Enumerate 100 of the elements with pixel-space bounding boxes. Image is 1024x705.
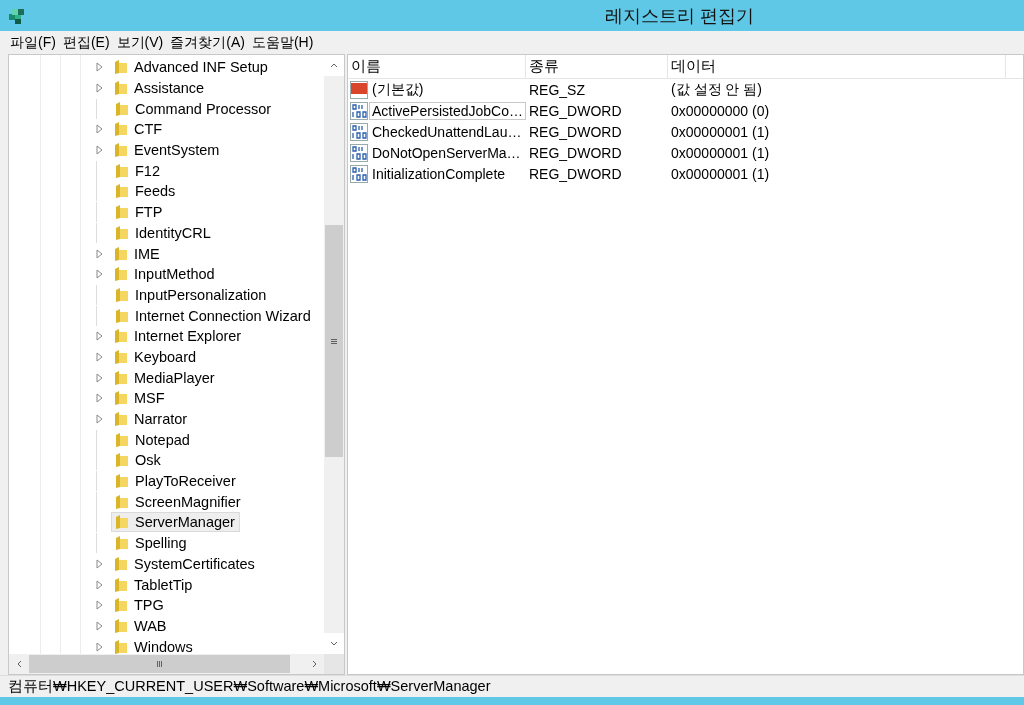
chevron-down-icon bbox=[330, 641, 338, 646]
folder-icon bbox=[113, 80, 129, 97]
tree-item[interactable]: IdentityCRL bbox=[111, 222, 216, 243]
folder-icon bbox=[114, 431, 130, 448]
value-data: (값 설정 안 됨) bbox=[670, 80, 763, 99]
chevron-left-icon bbox=[16, 660, 22, 668]
expand-arrow-icon[interactable] bbox=[96, 248, 103, 259]
value-type: REG_DWORD bbox=[528, 123, 623, 140]
folder-icon bbox=[114, 535, 130, 552]
folder-icon bbox=[113, 638, 129, 655]
tree-item[interactable]: PlayToReceiver bbox=[111, 471, 241, 492]
value-type: REG_SZ bbox=[528, 81, 586, 98]
tree-item[interactable]: Spelling bbox=[111, 533, 192, 554]
tree-item[interactable]: InputPersonalization bbox=[111, 284, 272, 305]
menu-item[interactable]: 파일(F) bbox=[10, 33, 56, 52]
folder-icon bbox=[113, 121, 129, 138]
value-data: 0x00000001 (1) bbox=[670, 123, 771, 140]
folder-icon bbox=[114, 204, 130, 221]
value-name[interactable]: InitializationComplete bbox=[369, 164, 509, 183]
grip-icon bbox=[331, 338, 337, 344]
value-type: REG_DWORD bbox=[528, 144, 623, 161]
tree-item[interactable]: ScreenMagnifier bbox=[111, 491, 246, 512]
folder-icon bbox=[113, 245, 129, 262]
tree-item[interactable]: F12 bbox=[111, 160, 165, 181]
grip-icon bbox=[157, 661, 162, 667]
tree-item[interactable]: WAB bbox=[110, 615, 172, 636]
folder-icon bbox=[113, 348, 129, 365]
column-header[interactable]: 데이터 bbox=[668, 55, 1006, 78]
expand-arrow-icon[interactable] bbox=[96, 600, 103, 611]
expand-arrow-icon[interactable] bbox=[96, 269, 103, 280]
folder-icon bbox=[114, 514, 130, 531]
tree-item[interactable]: Assistance bbox=[110, 78, 210, 99]
tree-item[interactable]: TabletTip bbox=[110, 574, 198, 595]
column-header[interactable]: 이름 bbox=[348, 55, 526, 78]
tree-item[interactable]: MediaPlayer bbox=[110, 367, 220, 388]
value-name[interactable]: ActivePersistedJobCo… bbox=[369, 101, 526, 120]
tree-item[interactable]: Advanced INF Setup bbox=[110, 57, 273, 78]
value-name[interactable]: CheckedUnattendLau… bbox=[369, 122, 525, 141]
folder-icon bbox=[113, 390, 129, 407]
tree-item[interactable]: SystemCertificates bbox=[110, 553, 260, 574]
expand-arrow-icon[interactable] bbox=[96, 351, 103, 362]
tree-item[interactable]: TPG bbox=[110, 595, 169, 616]
folder-icon bbox=[113, 59, 129, 76]
column-header[interactable]: 종류 bbox=[526, 55, 668, 78]
expand-arrow-icon[interactable] bbox=[96, 372, 103, 383]
value-name[interactable]: DoNotOpenServerMa… bbox=[369, 143, 524, 162]
value-type: REG_DWORD bbox=[528, 102, 623, 119]
tree-item[interactable]: Feeds bbox=[111, 181, 181, 202]
menu-item[interactable]: 보기(V) bbox=[116, 33, 164, 52]
value-name[interactable]: (기본값) bbox=[369, 79, 427, 100]
tree-item[interactable]: Windows bbox=[110, 636, 198, 657]
folder-icon bbox=[113, 597, 129, 614]
binary-value-icon bbox=[350, 101, 368, 120]
tree-item[interactable]: EventSystem bbox=[110, 140, 225, 161]
menu-item[interactable]: 편집(E) bbox=[62, 33, 110, 52]
binary-value-icon bbox=[350, 164, 368, 183]
folder-icon bbox=[114, 493, 130, 510]
folder-icon bbox=[113, 328, 129, 345]
expand-arrow-icon[interactable] bbox=[96, 393, 103, 404]
value-data: 0x00000001 (1) bbox=[670, 165, 771, 182]
expand-arrow-icon[interactable] bbox=[96, 124, 103, 135]
value-data: 0x00000000 (0) bbox=[670, 102, 771, 119]
folder-icon bbox=[114, 100, 130, 117]
folder-icon bbox=[113, 617, 129, 634]
folder-icon bbox=[114, 473, 130, 490]
folder-icon bbox=[113, 369, 129, 386]
menu-item[interactable]: 즐겨찾기(A) bbox=[170, 33, 245, 52]
expand-arrow-icon[interactable] bbox=[96, 145, 103, 156]
tree-item[interactable]: Osk bbox=[111, 450, 166, 471]
expand-arrow-icon[interactable] bbox=[96, 641, 103, 652]
tree-item[interactable]: ServerManager bbox=[111, 512, 240, 533]
expand-arrow-icon[interactable] bbox=[96, 558, 103, 569]
folder-icon bbox=[113, 576, 129, 593]
tree-item[interactable]: IME bbox=[110, 243, 165, 264]
tree-item[interactable]: FTP bbox=[111, 202, 168, 223]
tree-item[interactable]: Internet Connection Wizard bbox=[111, 305, 316, 326]
tree-item[interactable]: Notepad bbox=[111, 429, 195, 450]
menu-item[interactable]: 도움말(H) bbox=[251, 33, 314, 52]
expand-arrow-icon[interactable] bbox=[96, 620, 103, 631]
tree-item[interactable]: Internet Explorer bbox=[110, 326, 247, 347]
value-data: 0x00000001 (1) bbox=[670, 144, 771, 161]
tree-item[interactable]: MSF bbox=[110, 388, 170, 409]
expand-arrow-icon[interactable] bbox=[96, 414, 103, 425]
expand-arrow-icon[interactable] bbox=[96, 83, 103, 94]
folder-icon bbox=[114, 307, 130, 324]
tree-item[interactable]: InputMethod bbox=[110, 264, 220, 285]
status-bar-path: 컴퓨터₩HKEY_CURRENT_USER₩Software₩Microsoft₩ServerManager bbox=[0, 675, 1024, 697]
folder-icon bbox=[113, 142, 129, 159]
tree-item[interactable]: Command Processor bbox=[111, 98, 277, 119]
tree-item[interactable]: Keyboard bbox=[110, 346, 202, 367]
tree-item[interactable]: CTF bbox=[110, 119, 168, 140]
scrollbar-thumb[interactable] bbox=[325, 225, 343, 457]
folder-icon bbox=[114, 183, 130, 200]
folder-icon bbox=[114, 162, 130, 179]
folder-icon bbox=[113, 266, 129, 283]
tree-item[interactable]: Narrator bbox=[110, 409, 193, 430]
scrollbar-thumb[interactable] bbox=[29, 655, 290, 673]
expand-arrow-icon[interactable] bbox=[96, 331, 103, 342]
expand-arrow-icon[interactable] bbox=[96, 579, 103, 590]
expand-arrow-icon[interactable] bbox=[96, 62, 103, 73]
